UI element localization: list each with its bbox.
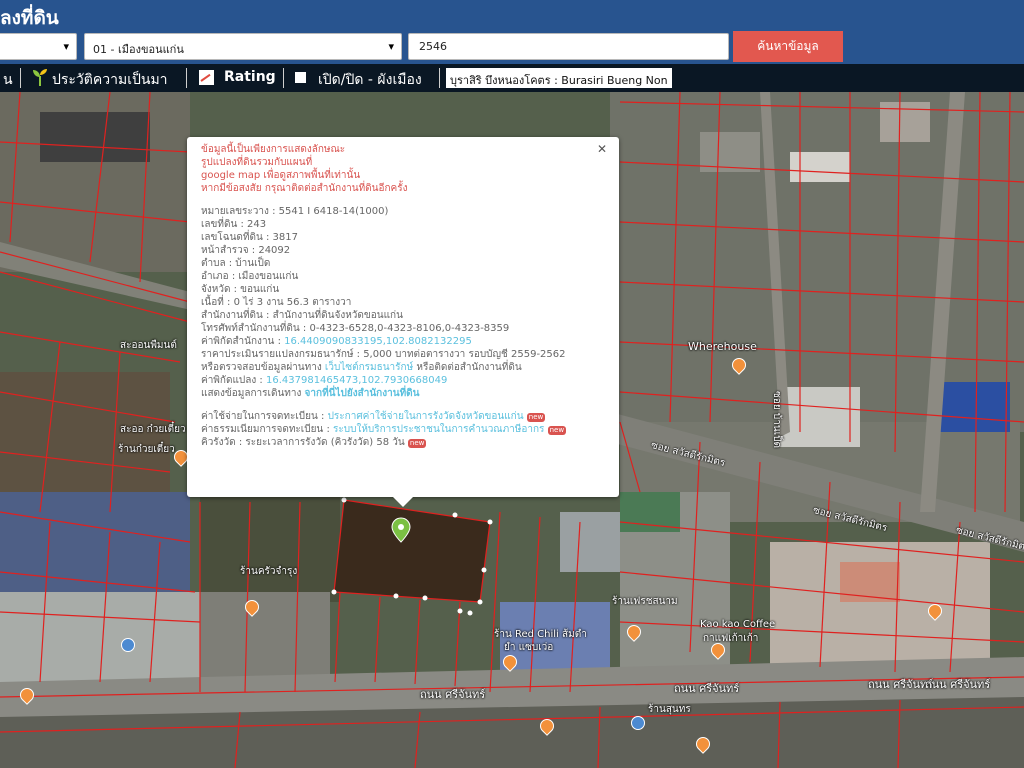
chevron-down-icon: ▾ — [63, 40, 69, 53]
toolbar-rating[interactable]: Rating — [224, 69, 276, 85]
app-header: ลงที่ดิน — [0, 0, 1024, 30]
office-field: สำนักงานที่ดิน : สำนักงานที่ดินจังหวัดขอ… — [201, 310, 403, 321]
parcel-coord-label: ค่าพิกัดแปลง : — [201, 375, 266, 386]
district-field: อำเภอ : เมืองขอนแก่น — [201, 271, 299, 282]
map-label-shop1: ร้านครัวจำรุง — [240, 566, 298, 577]
chevron-down-icon: ▾ — [388, 40, 394, 53]
toolbar-item-left[interactable]: น — [3, 69, 13, 91]
queue-row: คิวรังวัด : ระยะเวลาการรังวัด (คิวรังวัด… — [201, 436, 605, 449]
price-field: ราคาประเมินรายแปลงกรมธนารักษ์ : 5,000 บา… — [201, 349, 566, 360]
land-no-field: เลขโฉนดที่ดิน : 3817 — [201, 232, 298, 243]
map-label-wherehouse: Wherehouse — [688, 340, 757, 353]
new-badge: new — [407, 439, 427, 448]
check-suffix: หรือติดต่อสำนักงานที่ดิน — [413, 362, 522, 373]
subdistrict-field: ตำบล : บ้านเป็ด — [201, 258, 271, 269]
reg-fee-link[interactable]: ประกาศค่าใช้จ่ายในการรังวัดจังหวัดขอนแก่… — [328, 411, 524, 422]
chart-icon — [199, 70, 214, 85]
map-label-left2: สะออ ก๋วยเตี๋ยว — [120, 424, 186, 435]
warning-line: หากมีข้อสงสัย กรุณาติดต่อสำนักงานที่ดินอ… — [201, 183, 408, 194]
toolbar: น ประวัติความเป็นมา Rating เปิด/ปิด - ผั… — [0, 64, 1024, 92]
map-label-left1: สะออนพืมนต์ — [120, 340, 177, 351]
search-bar: ▾ 01 - เมืองขอนแก่น ▾ ค้นหาข้อมูล — [0, 30, 1024, 64]
service-fee-label: ค่าธรรมเนียมการจดทะเบียน : — [201, 424, 333, 435]
province-select[interactable]: ▾ — [0, 33, 77, 60]
warning-line: รูปแปลงที่ดินรวมกับแผนที่ — [201, 157, 313, 168]
sprout-icon — [33, 69, 47, 86]
popup-warning: ข้อมูลนี้เป็นเพียงการแสดงลักษณะ รูปแปลงท… — [201, 143, 605, 195]
map-label-road-main-3: ถนน ศรีจันทร์ — [868, 678, 934, 691]
district-select[interactable]: 01 - เมืองขอนแก่น ▾ — [84, 33, 402, 60]
route-row: แสดงข้อมูลการเดินทาง จากที่นี่ไปยังสำนัก… — [201, 387, 605, 400]
toolbar-toggle-city-plan[interactable]: เปิด/ปิด - ผังเมือง — [318, 69, 422, 91]
warning-line: ข้อมูลนี้เป็นเพียงการแสดงลักษณะ — [201, 144, 346, 155]
map-label-road-vertical: ซอย บ้านเป็ด — [770, 391, 782, 448]
warning-line: google map เพื่อดูสภาพพื้นที่เท่านั้น — [201, 170, 361, 181]
close-icon[interactable]: ✕ — [597, 143, 607, 156]
check-prefix: หรือตรวจสอบข้อมูลผ่านทาง — [201, 362, 325, 373]
office-phone-field: โทรศัพท์สำนักงานที่ดิน : 0-4323-6528,0-4… — [201, 323, 510, 334]
app-title: ลงที่ดิน — [0, 7, 59, 29]
survey-page-field: หน้าสำรวจ : 24092 — [201, 245, 291, 256]
office-coord-label: ค่าพิกัดสำนักงาน : — [201, 336, 285, 347]
parcel-number-input[interactable] — [408, 33, 729, 60]
map-sheet-field: หมายเลขระวาง : 5541 I 6418-14(1000) — [201, 206, 389, 217]
map-label-road-main-2: ถนน ศรีจันทร์ — [674, 682, 740, 695]
treasury-website-link[interactable]: เว็บไซต์กรมธนารักษ์ — [325, 362, 413, 373]
poi-blue-marker-icon[interactable] — [121, 638, 135, 652]
service-fee-link[interactable]: ระบบให้บริการประชาชนในการคำนวณภาษีอากร — [333, 424, 544, 435]
reg-fee-row: ค่าใช้จ่ายในการจดทะเบียน : ประกาศค่าใช้จ… — [201, 410, 605, 423]
poi-blue-marker-icon[interactable] — [631, 716, 645, 730]
checkbox-icon[interactable] — [295, 72, 306, 83]
new-badge: new — [547, 426, 567, 435]
map-label-redchili2: ยำ แซบเว่อ — [504, 642, 554, 653]
parcel-coord-link[interactable]: 16.437981465473,102.7930668049 — [266, 375, 447, 386]
parcel-coord-row: ค่าพิกัดแปลง : 16.437981465473,102.79306… — [201, 374, 605, 387]
map-label-kaokao-th: กาแฟเก้าเก้า — [703, 633, 759, 644]
district-select-value: 01 - เมืองขอนแก่น — [93, 43, 184, 56]
check-row: หรือตรวจสอบข้อมูลผ่านทาง เว็บไซต์กรมธนาร… — [201, 361, 605, 374]
toolbar-divider — [186, 68, 187, 88]
toolbar-divider — [439, 68, 440, 88]
reg-fee-label: ค่าใช้จ่ายในการจดทะเบียน : — [201, 411, 328, 422]
province-field: จังหวัด : ขอนแก่น — [201, 284, 280, 295]
map-label-shop3: ร้านเฟรชสนาม — [612, 596, 678, 607]
parcel-no-field: เลขที่ดิน : 243 — [201, 219, 267, 230]
toolbar-divider — [20, 68, 21, 88]
service-fee-row: ค่าธรรมเนียมการจดทะเบียน : ระบบให้บริการ… — [201, 423, 605, 436]
map-label-kaokao: Kao kao Coffee — [700, 619, 776, 630]
map-label-shop2: ร้านสุนทร — [648, 704, 691, 715]
toolbar-history[interactable]: ประวัติความเป็นมา — [52, 69, 168, 91]
new-badge: new — [526, 413, 546, 422]
search-button[interactable]: ค้นหาข้อมูล — [733, 31, 843, 62]
parcel-info-popup: ✕ ข้อมูลนี้เป็นเพียงการแสดงลักษณะ รูปแปล… — [187, 137, 619, 507]
route-link[interactable]: จากที่นี่ไปยังสำนักงานที่ดิน — [305, 388, 420, 399]
route-prefix: แสดงข้อมูลการเดินทาง — [201, 388, 305, 399]
map-label-road-main-1: ถนน ศรีจันทร์ — [420, 688, 486, 701]
map-label-road-main-4: ถนน ศรีจันทร์ — [925, 678, 991, 691]
office-coord-row: ค่าพิกัดสำนักงาน : 16.4409090833195,102.… — [201, 335, 605, 348]
map-label-left3: ร้านก๋วยเตี๋ยว — [118, 444, 175, 455]
office-coord-link[interactable]: 16.4409090833195,102.8082132295 — [284, 336, 472, 347]
toolbar-divider — [283, 68, 284, 88]
area-field: เนื้อที่ : 0 ไร่ 3 งาน 56.3 ตารางวา — [201, 297, 352, 308]
location-info-field: บุราสิริ บึงหนองโคตร : Burasiri Bueng No… — [446, 68, 672, 88]
queue-field: คิวรังวัด : ระยะเวลาการรังวัด (คิวรังวัด… — [201, 437, 405, 448]
